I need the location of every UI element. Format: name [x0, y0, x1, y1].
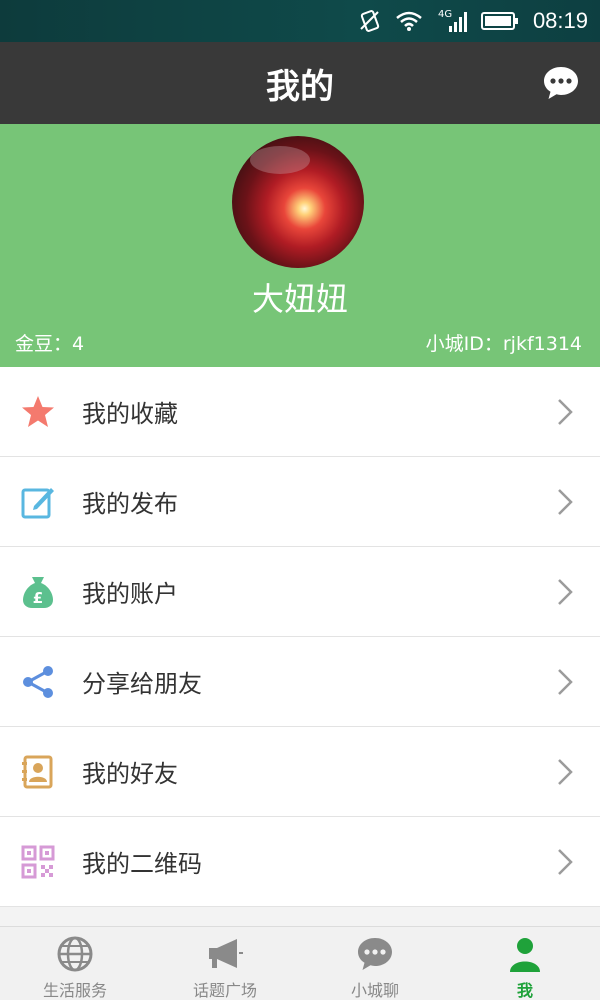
- chevron-right-icon: [558, 399, 573, 425]
- menu-item-favorites[interactable]: 我的收藏: [0, 367, 600, 457]
- bottom-nav: 生活服务 话题广场 小城聊 我: [0, 926, 600, 1000]
- money-bag-icon: £: [23, 577, 53, 608]
- tab-topic-square[interactable]: 话题广场: [150, 927, 300, 1000]
- menu-item-label: 我的二维码: [82, 850, 202, 878]
- chat-icon: [358, 938, 392, 970]
- message-icon[interactable]: [542, 64, 580, 102]
- svg-text:4G: 4G: [438, 9, 452, 20]
- menu-item-label: 我的收藏: [82, 400, 178, 428]
- tab-city-chat[interactable]: 小城聊: [300, 927, 450, 1000]
- profile-header: 大妞妞 金豆：4 小城ID：rjkf1314: [0, 124, 600, 367]
- status-bar: 4G 08:19: [0, 0, 600, 42]
- tab-label: 生活服务: [42, 981, 107, 1000]
- person-icon: [510, 938, 540, 972]
- status-time: 08:19: [532, 8, 588, 33]
- menu-item-label: 我的好友: [82, 760, 178, 788]
- menu-item-label: 我的发布: [82, 490, 178, 518]
- chevron-right-icon: [558, 849, 573, 875]
- tab-life-services[interactable]: 生活服务: [0, 927, 150, 1000]
- menu-item-friends[interactable]: 我的好友: [0, 727, 600, 817]
- chevron-right-icon: [558, 669, 573, 695]
- tab-label: 我: [516, 981, 533, 1000]
- vibrate-icon: [360, 10, 380, 32]
- star-icon: [22, 396, 54, 427]
- menu-list: 我的收藏 我的发布 £ 我的账户 分享给朋友 我的好友 我的二维码: [0, 367, 600, 907]
- tab-label: 小城聊: [350, 981, 399, 1000]
- edit-icon: [21, 488, 54, 519]
- menu-item-qrcode[interactable]: 我的二维码: [0, 817, 600, 907]
- megaphone-icon: [209, 939, 243, 968]
- menu-item-label: 我的账户: [82, 580, 178, 608]
- avatar[interactable]: [232, 136, 364, 268]
- chevron-right-icon: [558, 489, 573, 515]
- qrcode-icon: [21, 845, 55, 879]
- svg-text:£: £: [33, 589, 43, 607]
- menu-item-posts[interactable]: 我的发布: [0, 457, 600, 547]
- city-id: 小城ID：rjkf1314: [425, 333, 582, 355]
- tab-me[interactable]: 我: [450, 927, 600, 1000]
- contacts-icon: [22, 755, 53, 789]
- share-icon: [23, 666, 53, 698]
- page-title: 我的: [266, 66, 334, 107]
- coins-balance: 金豆：4: [15, 333, 85, 355]
- signal-4g-icon: 4G: [438, 9, 467, 32]
- menu-item-label: 分享给朋友: [82, 670, 202, 698]
- title-bar: 我的: [0, 42, 600, 124]
- nickname: 大妞妞: [251, 280, 348, 318]
- globe-icon: [57, 936, 93, 972]
- chevron-right-icon: [558, 579, 573, 605]
- menu-item-share[interactable]: 分享给朋友: [0, 637, 600, 727]
- tab-label: 话题广场: [192, 981, 257, 1000]
- menu-item-account[interactable]: £ 我的账户: [0, 547, 600, 637]
- wifi-icon: [396, 11, 422, 31]
- battery-icon: [480, 12, 518, 30]
- chevron-right-icon: [558, 759, 573, 785]
